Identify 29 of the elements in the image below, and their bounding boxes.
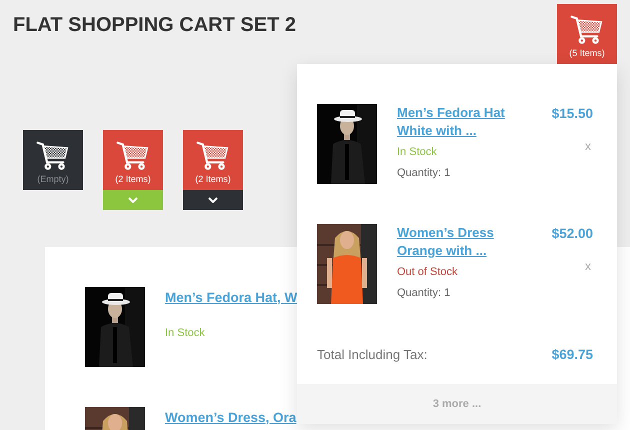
dropdown-toggle[interactable] <box>103 190 163 210</box>
cart-icon <box>36 140 70 171</box>
cart-button[interactable]: (5 Items) <box>557 4 617 64</box>
total-label: Total Including Tax: <box>317 346 428 364</box>
stock-status: Out of Stock <box>397 265 459 280</box>
remove-button[interactable]: x <box>585 140 591 152</box>
quantity-label: Quantity: 1 <box>397 166 452 181</box>
remove-button[interactable]: x <box>585 260 591 272</box>
chevron-down-icon <box>208 197 218 203</box>
stock-status: In Stock <box>165 326 206 341</box>
chevron-down-icon <box>128 197 138 203</box>
cart-button[interactable]: (2 Items) <box>103 130 163 190</box>
product-link[interactable]: Women’s Dress Orange with ... <box>397 224 517 260</box>
cart-icon <box>570 14 604 45</box>
cart-button[interactable]: (Empty) <box>23 130 83 190</box>
product-link[interactable]: Men’s Fedora Hat White with ... <box>397 104 517 140</box>
product-link[interactable]: Women’s Dress, Ora <box>165 409 296 427</box>
stock-status: In Stock <box>397 145 438 160</box>
quantity-label: Quantity: 1 <box>397 286 452 301</box>
cart-icon <box>196 140 230 171</box>
price-label: $52.00 <box>552 225 593 243</box>
product-link[interactable]: Men’s Fedora Hat, W <box>165 289 298 307</box>
cart-button[interactable]: (2 Items) <box>183 130 243 190</box>
total-price: $69.75 <box>552 346 593 364</box>
more-button[interactable]: 3 more ... <box>297 384 617 424</box>
cart-icon <box>116 140 150 171</box>
page-title: FLAT SHOPPING CART SET 2 <box>13 13 296 38</box>
dropdown-toggle[interactable] <box>183 190 243 210</box>
price-label: $15.50 <box>552 105 593 123</box>
